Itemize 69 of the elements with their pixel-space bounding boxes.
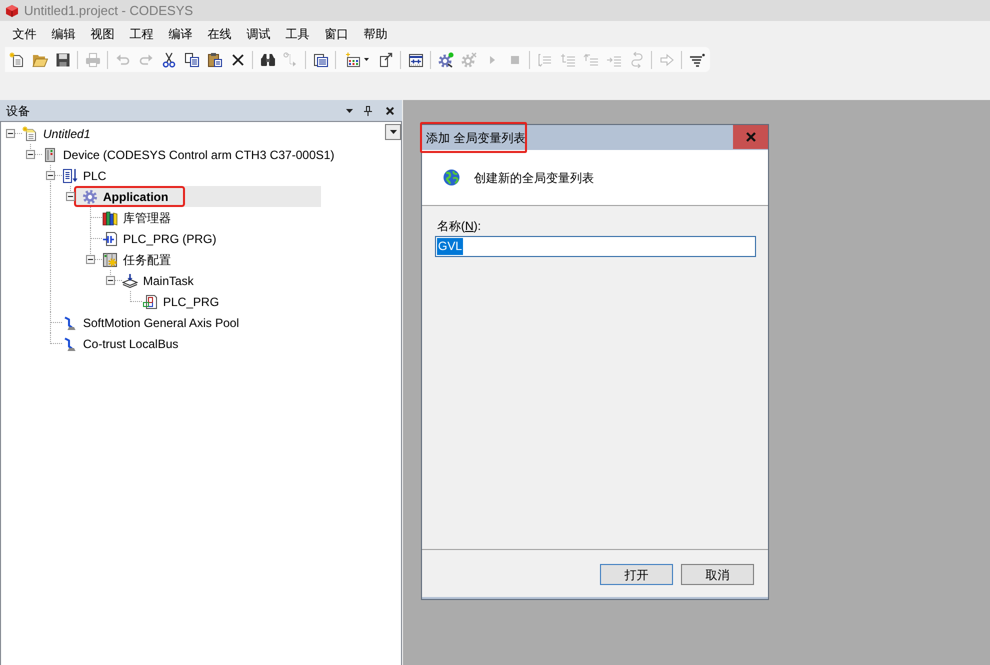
ladder-document-icon [102, 230, 118, 246]
collapse-icon[interactable] [26, 150, 35, 159]
pin-icon[interactable] [364, 106, 372, 116]
dropdown-button[interactable] [385, 124, 401, 140]
robot-arm-icon [62, 336, 78, 352]
tree-item[interactable]: Application [75, 186, 321, 207]
document-icon [22, 126, 38, 142]
grid-icon[interactable] [408, 52, 424, 68]
window-title: Untitled1.project - CODESYS [24, 2, 194, 20]
menu-item[interactable]: 工程 [122, 22, 161, 44]
windows-icon[interactable] [312, 52, 328, 68]
tree-item[interactable]: PLC_PRG [142, 291, 220, 312]
close-icon [746, 132, 756, 142]
tree-item[interactable]: 库管理器 [102, 207, 171, 228]
block-document-icon [142, 294, 158, 310]
close-button[interactable] [733, 125, 768, 149]
field-label: 名称(N): [436, 218, 482, 234]
menu-item[interactable]: 调试 [239, 22, 278, 44]
menu-item[interactable]: 编辑 [44, 22, 83, 44]
tree-item[interactable]: Device (CODESYS Control arm CTH3 C37-000S1) [42, 144, 334, 165]
copy-icon[interactable] [184, 52, 200, 68]
dialog-heading: 创建新的全局变量列表 [474, 170, 594, 186]
tree-item[interactable]: PLC [62, 165, 106, 186]
menu-item[interactable]: 在线 [200, 22, 239, 44]
globe-icon [443, 169, 460, 186]
device-icon [42, 146, 58, 162]
menu-item[interactable]: 视图 [83, 22, 122, 44]
robot-arm-icon [62, 314, 78, 330]
text-field[interactable]: GVL [435, 236, 756, 257]
menu-item[interactable]: 编译 [161, 22, 200, 44]
collapse-icon[interactable] [46, 171, 55, 180]
caret-icon [390, 130, 396, 134]
collapse-icon[interactable] [66, 192, 75, 201]
cut-icon[interactable] [160, 52, 176, 68]
caret-icon[interactable] [346, 108, 353, 112]
gear-dot-icon[interactable] [438, 52, 454, 68]
menu-item[interactable]: 窗口 [317, 22, 356, 44]
cabinet-gear-icon [102, 252, 118, 268]
dialog-button[interactable]: 取消 [681, 564, 754, 585]
new-file-icon[interactable] [8, 52, 24, 68]
tree-item[interactable]: Untitled1 [22, 123, 90, 144]
dialog-button[interactable]: 打开 [600, 564, 673, 585]
books-icon [102, 210, 118, 226]
close-icon[interactable] [386, 106, 394, 114]
binoculars-icon[interactable] [260, 52, 276, 68]
app-logo-icon [5, 4, 19, 18]
tree-item[interactable]: 任务配置 [102, 249, 171, 270]
dialog-title: 添加 全局变量列表 [426, 130, 526, 146]
add-grid-icon[interactable] [344, 52, 360, 68]
document-arrow-icon [62, 168, 78, 184]
save-icon[interactable] [54, 52, 70, 68]
tree-item[interactable]: Co-trust LocalBus [62, 333, 178, 354]
collapse-icon[interactable] [106, 276, 115, 285]
menu-item[interactable]: 帮助 [356, 22, 395, 44]
caret-icon[interactable] [364, 58, 368, 61]
tree-item[interactable]: SoftMotion General Axis Pool [62, 312, 240, 333]
filter-icon[interactable] [688, 52, 704, 68]
delete-icon[interactable] [230, 52, 246, 68]
collapse-icon[interactable] [6, 129, 15, 138]
gear-icon [82, 188, 98, 204]
export-icon[interactable] [378, 52, 394, 68]
menu-item[interactable]: 工具 [278, 22, 317, 44]
collapse-icon[interactable] [86, 255, 95, 264]
panel-title: 设备 [6, 102, 30, 120]
tree-item[interactable]: MainTask [122, 270, 194, 291]
stack-icon [122, 272, 138, 288]
tree-item[interactable]: PLC_PRG (PRG) [102, 228, 216, 249]
paste-icon[interactable] [206, 52, 222, 68]
menu-item[interactable]: 文件 [5, 22, 44, 44]
